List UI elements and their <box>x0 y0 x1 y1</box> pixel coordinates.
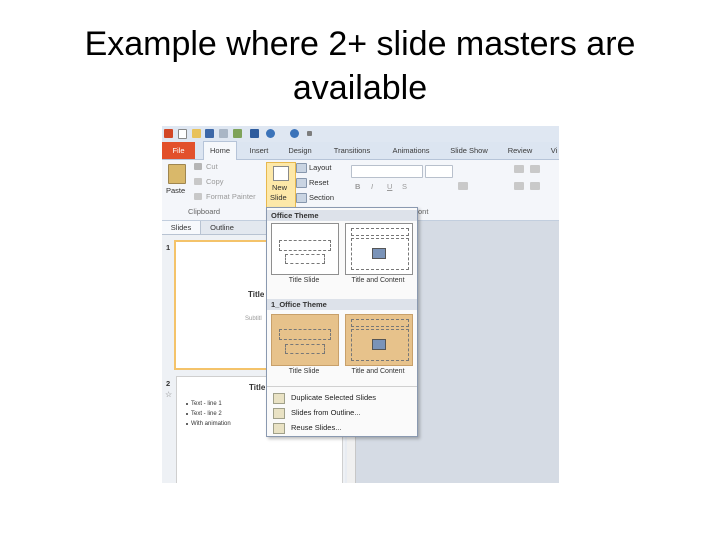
duplicate-selected-slides-item[interactable]: Duplicate Selected Slides <box>271 391 415 405</box>
placeholder-box <box>279 240 331 251</box>
quick-access-toolbar <box>162 126 559 142</box>
outline-icon <box>273 408 285 419</box>
save-icon[interactable] <box>205 129 214 138</box>
menu-item-label: Reuse Slides... <box>291 423 342 432</box>
font-group-label: ont <box>418 207 429 216</box>
layout-title-slide[interactable] <box>271 314 339 366</box>
slide-number: 2 <box>166 379 171 388</box>
menu-item-label: Slides from Outline... <box>291 408 361 417</box>
paragraph-list-icon[interactable] <box>514 165 524 173</box>
layout-label: Title and Content <box>351 368 405 375</box>
section-header: Office Theme <box>267 210 417 221</box>
thumbnail-title: Title <box>249 383 266 392</box>
animation-star-icon: ☆ <box>165 390 173 399</box>
tab-slides[interactable]: Slides <box>162 221 201 234</box>
font-size-box[interactable] <box>425 165 453 178</box>
tab-home[interactable]: Home <box>203 141 237 161</box>
cut-icon <box>194 163 202 170</box>
italic-button[interactable]: I <box>371 182 373 191</box>
slide-title: Example where 2+ slide masters are avail… <box>84 25 636 107</box>
copy-icon <box>194 178 202 185</box>
numbered-list-icon[interactable] <box>530 165 540 173</box>
content-placeholder-icon <box>372 339 386 350</box>
format-painter-icon <box>194 193 202 200</box>
reuse-slides-icon <box>273 423 285 434</box>
clipboard-group-label: Clipboard <box>188 207 221 216</box>
powerpoint-logo-icon <box>164 129 173 138</box>
thumbnail-bullet: With animation <box>191 421 231 427</box>
placeholder-box <box>351 319 409 327</box>
menu-item-label: Duplicate Selected Slides <box>291 393 377 402</box>
customize-qat-icon[interactable] <box>307 131 312 136</box>
tab-animations[interactable]: Animations <box>385 142 437 159</box>
new-slide-icon <box>273 166 289 181</box>
placeholder-box <box>279 329 331 340</box>
placeholder-box <box>285 254 325 264</box>
thumbnail-title: Title <box>248 290 265 299</box>
tab-review[interactable]: Review <box>503 142 537 159</box>
section-icon <box>296 193 307 203</box>
slides-from-outline-item[interactable]: Slides from Outline... <box>271 406 415 420</box>
new-slide-menu: Office Theme Title Slide Title and Conte… <box>266 207 418 437</box>
font-color-icon[interactable] <box>458 182 468 190</box>
content-placeholder-icon <box>372 248 386 259</box>
placeholder-box <box>351 228 409 236</box>
align-center-icon[interactable] <box>530 182 540 190</box>
tab-view[interactable]: Vi <box>546 142 559 159</box>
print-preview-icon[interactable] <box>219 129 228 138</box>
section-button[interactable]: Section <box>309 193 334 202</box>
powerpoint-screenshot: File Home Insert Design Transitions Anim… <box>162 126 559 483</box>
new-slide-button[interactable]: New Slide <box>266 162 296 209</box>
align-left-icon[interactable] <box>514 182 524 190</box>
tab-file[interactable]: File <box>162 142 195 159</box>
paste-icon[interactable] <box>168 164 186 184</box>
paste-button[interactable]: Paste <box>166 186 185 195</box>
layout-label: Title Slide <box>288 368 320 375</box>
layout-button[interactable]: Layout <box>309 163 332 172</box>
layout-title-slide[interactable] <box>271 223 339 275</box>
new-slide-label-line1: New <box>272 183 288 192</box>
layout-icon <box>296 163 307 173</box>
copy-button[interactable]: Copy <box>206 177 224 186</box>
ribbon-tabs: File Home Insert Design Transitions Anim… <box>162 141 559 161</box>
tab-design[interactable]: Design <box>283 142 317 159</box>
bullet-dot <box>186 403 188 405</box>
placeholder-box <box>285 344 325 354</box>
thumbnail-subtitle: Subtitl <box>245 316 262 322</box>
menu-divider <box>267 386 417 387</box>
format-painter-button[interactable]: Format Painter <box>206 192 256 201</box>
section-header: 1_Office Theme <box>267 299 417 310</box>
duplicate-slides-icon <box>273 393 285 404</box>
disk-icon[interactable] <box>250 129 259 138</box>
spelling-icon[interactable] <box>233 129 242 138</box>
tab-insert[interactable]: Insert <box>242 142 276 159</box>
tab-outline[interactable]: Outline <box>202 221 242 234</box>
cut-button[interactable]: Cut <box>206 162 218 171</box>
thumbnail-bullet: Text - line 2 <box>191 411 222 417</box>
thumbnail-bullet: Text - line 1 <box>191 401 222 407</box>
new-file-icon[interactable] <box>178 129 187 139</box>
bullet-dot <box>186 413 188 415</box>
open-folder-icon[interactable] <box>192 129 201 138</box>
reset-icon <box>296 178 307 188</box>
tab-slide-show[interactable]: Slide Show <box>446 142 492 159</box>
reuse-slides-item[interactable]: Reuse Slides... <box>271 421 415 435</box>
layout-label: Title and Content <box>351 277 405 284</box>
slide-number: 1 <box>166 243 171 252</box>
layout-label: Title Slide <box>288 277 320 284</box>
bold-button[interactable]: B <box>355 182 360 191</box>
underline-button[interactable]: U <box>387 182 392 191</box>
tab-transitions[interactable]: Transitions <box>327 142 377 159</box>
font-name-box[interactable] <box>351 165 423 178</box>
redo-icon[interactable] <box>290 129 299 138</box>
layout-title-and-content[interactable] <box>345 223 413 275</box>
new-slide-label-line2: Slide <box>270 193 287 202</box>
strikethrough-button[interactable]: S <box>402 182 407 191</box>
bullet-dot <box>186 423 188 425</box>
reset-button[interactable]: Reset <box>309 178 329 187</box>
layout-title-and-content[interactable] <box>345 314 413 366</box>
undo-icon[interactable] <box>266 129 275 138</box>
